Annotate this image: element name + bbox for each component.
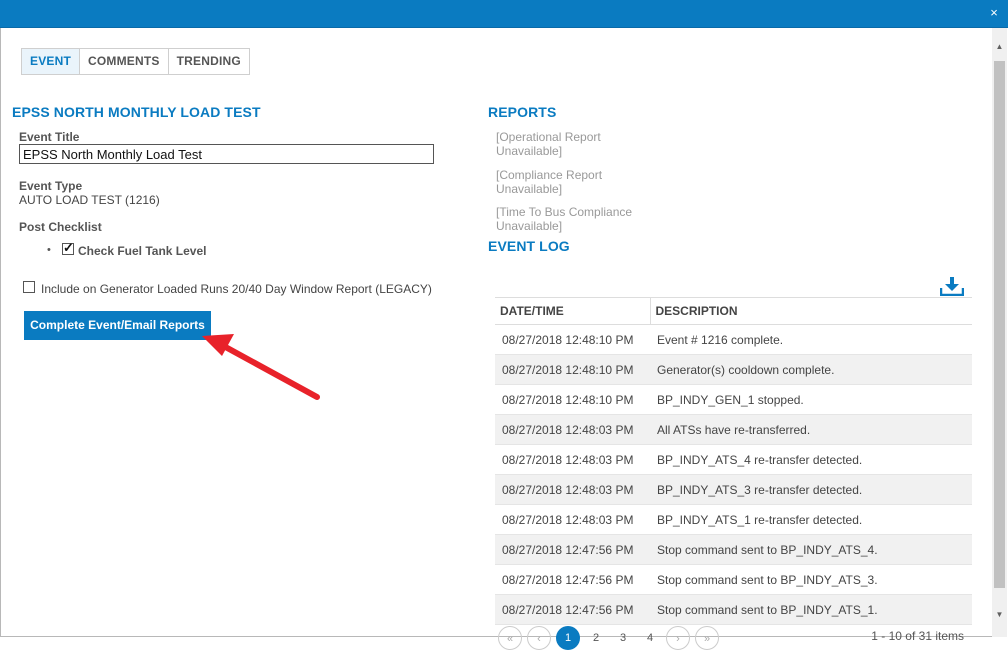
tab-bar: EVENT COMMENTS TRENDING	[21, 48, 250, 75]
include-report-label: Include on Generator Loaded Runs 20/40 D…	[41, 282, 432, 296]
table-row: 08/27/2018 12:48:03 PM BP_INDY_ATS_3 re-t…	[495, 474, 972, 505]
row-datetime: 08/27/2018 12:47:56 PM	[495, 564, 650, 595]
row-description: BP_INDY_GEN_1 stopped.	[650, 384, 972, 415]
row-datetime: 08/27/2018 12:48:10 PM	[495, 384, 650, 415]
bullet-icon: •	[47, 244, 51, 256]
row-datetime: 08/27/2018 12:48:03 PM	[495, 444, 650, 475]
first-page-icon[interactable]: «	[498, 626, 522, 650]
compliance-report-link: [Compliance Report Unavailable]	[496, 168, 603, 196]
row-datetime: 08/27/2018 12:48:10 PM	[495, 354, 650, 385]
row-description: Stop command sent to BP_INDY_ATS_4.	[650, 534, 972, 565]
event-title-label: Event Title	[19, 130, 80, 144]
row-description: BP_INDY_ATS_4 re-transfer detected.	[650, 444, 972, 475]
checklist-checkbox[interactable]	[62, 240, 74, 256]
table-row: 08/27/2018 12:48:10 PM Event # 1216 compl…	[495, 324, 972, 355]
include-report-checkbox[interactable]	[23, 281, 35, 293]
row-description: BP_INDY_ATS_3 re-transfer detected.	[650, 474, 972, 505]
scroll-up-icon[interactable]: ▲	[992, 38, 1007, 55]
post-checklist-label: Post Checklist	[19, 220, 102, 234]
annotation-arrow-icon	[202, 334, 320, 400]
window-titlebar: ×	[0, 0, 1008, 28]
row-datetime: 08/27/2018 12:48:03 PM	[495, 474, 650, 505]
page-1-button[interactable]: 1	[556, 626, 580, 650]
row-description: Stop command sent to BP_INDY_ATS_3.	[650, 564, 972, 595]
table-row: 08/27/2018 12:47:56 PM Stop command sent …	[495, 594, 972, 625]
pager-info: 1 - 10 of 31 items	[871, 629, 964, 643]
time-to-bus-report-link: [Time To Bus Compliance Unavailable]	[496, 205, 633, 233]
row-description: All ATSs have re-transferred.	[650, 414, 972, 445]
last-page-icon[interactable]: »	[695, 626, 719, 650]
table-row: 08/27/2018 12:48:10 PM Generator(s) coold…	[495, 354, 972, 385]
table-row: 08/27/2018 12:48:10 PM BP_INDY_GEN_1 stop…	[495, 384, 972, 415]
table-header-row: DATE/TIME DESCRIPTION	[495, 297, 972, 325]
event-log-table: DATE/TIME DESCRIPTION 08/27/2018 12:48:1…	[495, 297, 972, 625]
page-4-button[interactable]: 4	[638, 626, 662, 650]
row-datetime: 08/27/2018 12:48:03 PM	[495, 504, 650, 535]
event-title-input[interactable]	[19, 144, 434, 164]
reports-heading: REPORTS	[488, 104, 557, 120]
vertical-scrollbar[interactable]: ▲ ▼	[992, 28, 1007, 637]
operational-report-link: [Operational Report Unavailable]	[496, 130, 601, 158]
close-icon[interactable]: ×	[986, 5, 1002, 21]
scroll-thumb[interactable]	[994, 61, 1005, 588]
checklist-item-label: Check Fuel Tank Level	[78, 244, 207, 258]
complete-event-button[interactable]: Complete Event/Email Reports	[24, 311, 211, 340]
event-heading: EPSS NORTH MONTHLY LOAD TEST	[12, 104, 261, 120]
row-datetime: 08/27/2018 12:47:56 PM	[495, 594, 650, 625]
scroll-down-icon[interactable]: ▼	[992, 606, 1007, 623]
tab-event[interactable]: EVENT	[22, 49, 81, 74]
event-type-label: Event Type	[19, 179, 83, 193]
row-description: BP_INDY_ATS_1 re-transfer detected.	[650, 504, 972, 535]
row-description: Generator(s) cooldown complete.	[650, 354, 972, 385]
row-datetime: 08/27/2018 12:48:10 PM	[495, 324, 650, 355]
next-page-icon[interactable]: ›	[666, 626, 690, 650]
event-log-heading: EVENT LOG	[488, 238, 570, 254]
table-row: 08/27/2018 12:48:03 PM BP_INDY_ATS_1 re-t…	[495, 504, 972, 535]
row-datetime: 08/27/2018 12:48:03 PM	[495, 414, 650, 445]
table-row: 08/27/2018 12:48:03 PM BP_INDY_ATS_4 re-t…	[495, 444, 972, 475]
page-3-button[interactable]: 3	[611, 626, 635, 650]
tab-trending[interactable]: TRENDING	[168, 49, 249, 74]
row-description: Stop command sent to BP_INDY_ATS_1.	[650, 594, 972, 625]
column-header-description[interactable]: DESCRIPTION	[650, 297, 972, 325]
page-2-button[interactable]: 2	[584, 626, 608, 650]
table-row: 08/27/2018 12:47:56 PM Stop command sent …	[495, 534, 972, 565]
prev-page-icon[interactable]: ‹	[527, 626, 551, 650]
download-icon[interactable]	[940, 276, 964, 296]
pagination: « ‹ 1 2 3 4 › » 1 - 10 of 31 items	[498, 626, 978, 650]
tab-comments[interactable]: COMMENTS	[80, 49, 169, 74]
table-row: 08/27/2018 12:48:03 PM All ATSs have re-t…	[495, 414, 972, 445]
row-description: Event # 1216 complete.	[650, 324, 972, 355]
event-type-value: AUTO LOAD TEST (1216)	[19, 193, 160, 207]
table-row: 08/27/2018 12:47:56 PM Stop command sent …	[495, 564, 972, 595]
column-header-datetime[interactable]: DATE/TIME	[495, 297, 651, 325]
row-datetime: 08/27/2018 12:47:56 PM	[495, 534, 650, 565]
